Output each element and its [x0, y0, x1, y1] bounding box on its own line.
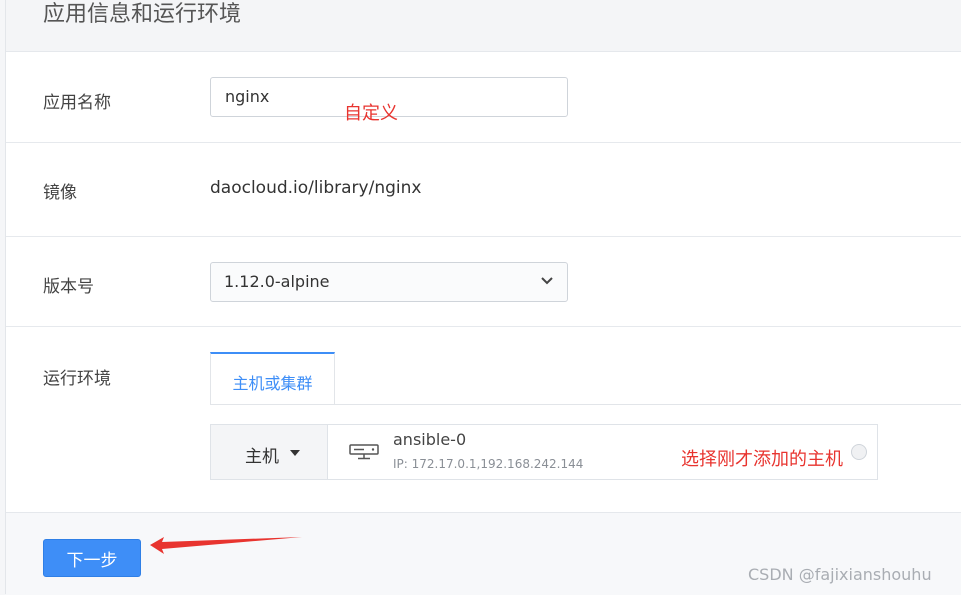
- version-selected-value: 1.12.0-alpine: [224, 272, 330, 291]
- tab-host-or-cluster-label: 主机或集群: [232, 374, 313, 393]
- app-name-value: nginx: [225, 87, 270, 106]
- row-divider: [6, 236, 961, 237]
- next-step-button[interactable]: 下一步: [43, 539, 141, 577]
- chevron-down-icon: [541, 277, 553, 285]
- section-header: 应用信息和运行环境: [6, 0, 961, 52]
- host-type-label: 主机: [245, 447, 279, 467]
- host-type-dropdown[interactable]: 主机: [211, 425, 328, 479]
- app-name-annotation: 自定义: [344, 103, 398, 124]
- row-divider: [6, 142, 961, 143]
- section-title: 应用信息和运行环境: [43, 2, 242, 27]
- runtime-label: 运行环境: [43, 369, 111, 389]
- version-label: 版本号: [43, 277, 94, 297]
- version-select[interactable]: 1.12.0-alpine: [210, 262, 568, 302]
- image-label: 镜像: [43, 183, 77, 203]
- image-value: daocloud.io/library/nginx: [210, 178, 422, 198]
- app-config-card: 应用信息和运行环境 应用名称 nginx 自定义 镜像 daocloud.io/…: [5, 0, 961, 595]
- host-radio[interactable]: [851, 444, 867, 460]
- host-name: ansible-0: [393, 430, 467, 449]
- server-icon: [349, 444, 379, 460]
- app-name-label: 应用名称: [43, 93, 111, 113]
- host-annotation: 选择刚才添加的主机: [681, 449, 843, 470]
- host-ip: IP: 172.17.0.1,192.168.242.144: [393, 457, 584, 471]
- tab-bar: [210, 404, 961, 405]
- tab-host-or-cluster[interactable]: 主机或集群: [210, 352, 335, 404]
- row-divider: [6, 326, 961, 327]
- caret-down-icon: [290, 450, 300, 456]
- watermark: CSDN @fajixianshouhu: [748, 565, 932, 584]
